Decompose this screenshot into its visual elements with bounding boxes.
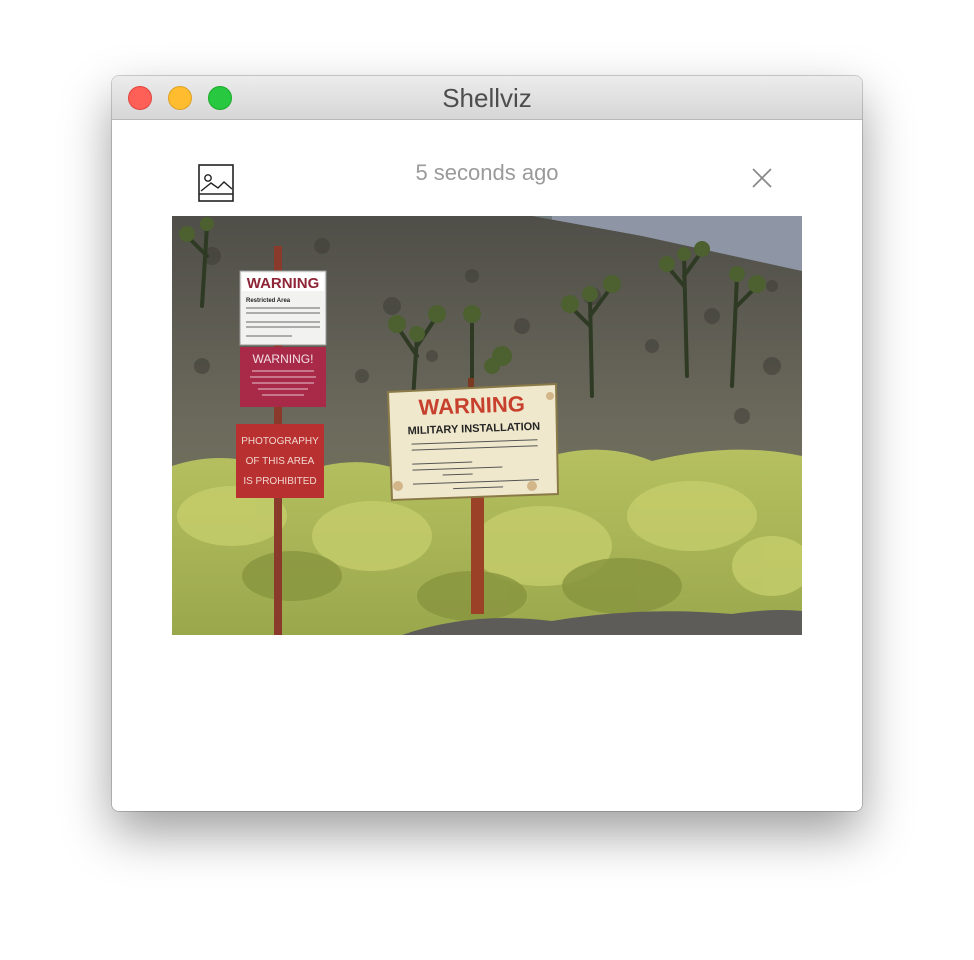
entry-photo: WARNING Restricted Area WARNING! PHOTOGR… bbox=[172, 216, 802, 635]
sign-restricted-area: Restricted Area bbox=[246, 298, 291, 304]
sign-warning-middle: WARNING! bbox=[253, 352, 314, 366]
entry-card: 5 seconds ago WARNING Restricted Area WA… bbox=[112, 120, 862, 811]
window-title: Shellviz bbox=[442, 83, 532, 113]
sign-warning-right: WARNING bbox=[418, 391, 525, 420]
close-icon[interactable] bbox=[750, 166, 774, 190]
photo-svg: WARNING Restricted Area WARNING! PHOTOGR… bbox=[172, 216, 802, 635]
sign-photography-line2: OF THIS AREA bbox=[246, 456, 315, 467]
sign-warning-top: WARNING bbox=[247, 275, 320, 292]
title-bar[interactable]: Shellviz bbox=[112, 76, 862, 120]
app-window: Shellviz 5 seconds ago WARNING Restricte… bbox=[112, 76, 862, 811]
sign-photography-line3: IS PROHIBITED bbox=[243, 476, 316, 487]
sign-photography-line1: PHOTOGRAPHY bbox=[241, 436, 319, 447]
